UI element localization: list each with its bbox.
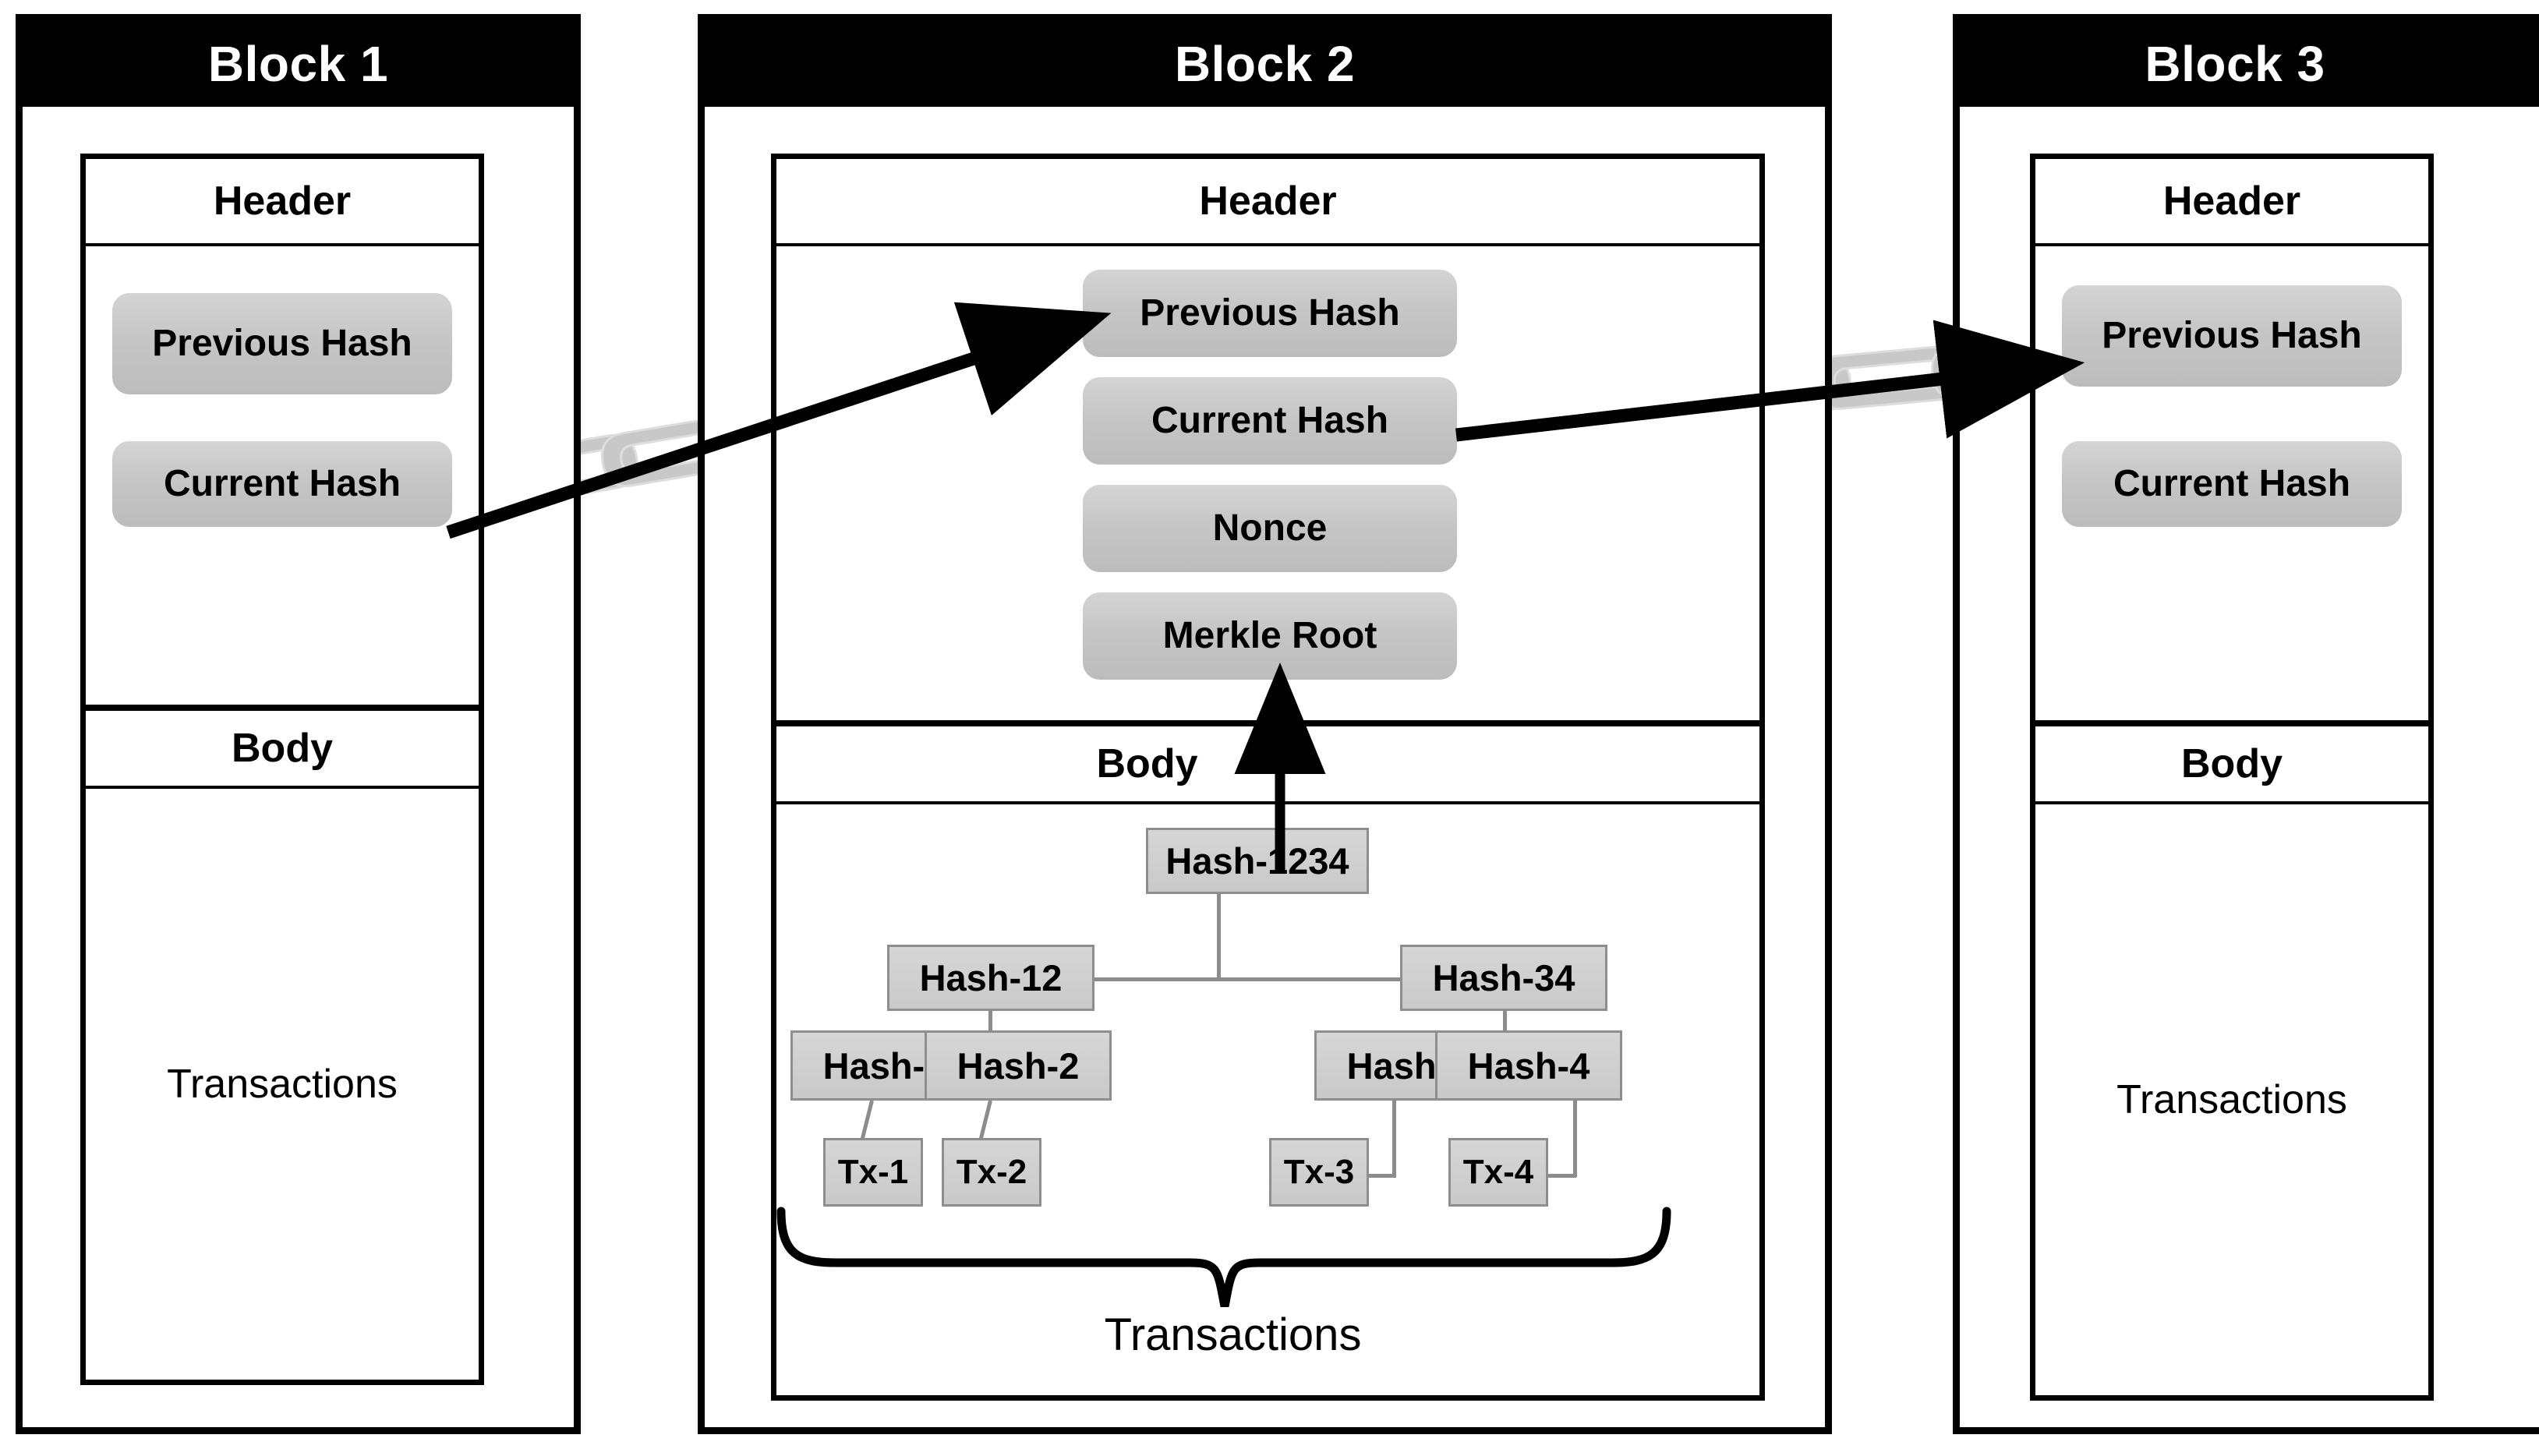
block-2-nonce-pill[interactable]: Nonce <box>1083 485 1457 572</box>
block-1-title-bar: Block 1 <box>23 21 574 107</box>
block-3-card: Block 3 Header Previous Hash Current Has… <box>1953 14 2539 1434</box>
block-1-previous-hash-label: Previous Hash <box>152 322 412 364</box>
tx4-label: Tx-4 <box>1462 1153 1534 1191</box>
block-2-body-title: Body <box>776 726 1759 804</box>
block-2-previous-hash-label: Previous Hash <box>1140 292 1400 334</box>
connector-hash3-to-tx3-horizontal <box>1367 1174 1396 1178</box>
block-1-title: Block 1 <box>207 36 389 92</box>
merkle-node-hash12[interactable]: Hash-12 <box>887 945 1094 1011</box>
connector-hash4-to-tx4-horizontal <box>1547 1174 1576 1178</box>
block-3-previous-hash-pill[interactable]: Previous Hash <box>2062 285 2402 387</box>
block-3-current-hash-label: Current Hash <box>2113 462 2351 504</box>
block-1-inner-panel: Header Previous Hash Current Hash Body T… <box>80 154 484 1385</box>
block-1-body-label: Body <box>232 726 333 771</box>
merkle-root-hash-label: Hash-1234 <box>1165 840 1349 882</box>
block-3-title-bar: Block 3 <box>1960 21 2539 107</box>
block-2-title-bar: Block 2 <box>705 21 1825 107</box>
block-3-inner-panel: Header Previous Hash Current Hash Body T… <box>2030 154 2434 1401</box>
block-2-merkle-tree: Hash-1234 Hash-12 Hash-34 Hash-1 Hash-2 … <box>776 804 1759 1395</box>
block-2-merkle-root-pill[interactable]: Merkle Root <box>1083 592 1457 680</box>
block-1-card: Block 1 Header Previous Hash Current Has… <box>16 14 581 1434</box>
block-1-body-title: Body <box>86 711 479 789</box>
block-1-current-hash-pill[interactable]: Current Hash <box>112 441 452 527</box>
merkle-hash2-label: Hash-2 <box>957 1044 1080 1087</box>
merkle-node-hash2[interactable]: Hash-2 <box>925 1030 1112 1101</box>
block-3-header-title: Header <box>2035 159 2428 246</box>
block-1-current-hash-label: Current Hash <box>163 462 401 504</box>
merkle-leaf-tx4[interactable]: Tx-4 <box>1448 1138 1548 1207</box>
block-3-body-transactions-text: Transactions <box>2116 1077 2347 1122</box>
connector-root-to-level2 <box>1217 894 1221 980</box>
merkle-leaf-tx3[interactable]: Tx-3 <box>1269 1138 1369 1207</box>
tx2-label: Tx-2 <box>956 1153 1027 1191</box>
block-2-header-title: Header <box>776 159 1759 246</box>
block-1-previous-hash-pill[interactable]: Previous Hash <box>112 293 452 394</box>
transactions-brace-label-wrap: Transactions <box>776 1303 1759 1366</box>
block-1-header-content: Previous Hash Current Hash <box>86 246 479 711</box>
block-3-header-label: Header <box>2162 178 2301 224</box>
block-2-header-label: Header <box>1199 178 1337 224</box>
block-2-current-hash-label: Current Hash <box>1151 399 1389 441</box>
tx3-label: Tx-3 <box>1283 1153 1355 1191</box>
block-3-header-content: Previous Hash Current Hash <box>2035 246 2428 726</box>
block-2-card: Block 2 Header Previous Hash Current Has… <box>698 14 1832 1434</box>
tx1-label: Tx-1 <box>837 1153 909 1191</box>
block-2-header-content: Previous Hash Current Hash Nonce Merkle … <box>776 246 1759 726</box>
block-1-header-label: Header <box>213 178 352 224</box>
merkle-node-root[interactable]: Hash-1234 <box>1146 828 1369 894</box>
transactions-brace-icon <box>776 1207 1671 1308</box>
block-2-current-hash-pill[interactable]: Current Hash <box>1083 377 1457 465</box>
transactions-brace-label: Transactions <box>1104 1309 1362 1360</box>
merkle-node-hash34[interactable]: Hash-34 <box>1400 945 1607 1011</box>
merkle-node-hash4[interactable]: Hash-4 <box>1435 1030 1622 1101</box>
merkle-hash4-label: Hash-4 <box>1467 1044 1590 1087</box>
block-2-body-label: Body <box>1096 741 1198 786</box>
block-3-body-content: Transactions <box>2035 804 2428 1395</box>
block-3-previous-hash-label: Previous Hash <box>2102 314 2362 356</box>
block-2-inner-panel: Header Previous Hash Current Hash Nonce … <box>771 154 1765 1401</box>
block-3-current-hash-pill[interactable]: Current Hash <box>2062 441 2402 527</box>
block-3-body-title: Body <box>2035 726 2428 804</box>
merkle-leaf-tx1[interactable]: Tx-1 <box>823 1138 923 1207</box>
block-3-title: Block 3 <box>2145 36 2325 92</box>
block-1-body-transactions-text: Transactions <box>167 1062 398 1107</box>
connector-hash3-to-tx3-vertical <box>1392 1101 1396 1177</box>
block-1-body-content: Transactions <box>86 789 479 1380</box>
block-2-previous-hash-pill[interactable]: Previous Hash <box>1083 270 1457 357</box>
block-3-body-label: Body <box>2181 741 2283 786</box>
block-2-nonce-label: Nonce <box>1212 507 1328 549</box>
merkle-hash12-label: Hash-12 <box>919 957 1063 998</box>
merkle-hash34-label: Hash-34 <box>1432 957 1575 998</box>
block-2-title: Block 2 <box>1174 36 1356 92</box>
block-1-header-title: Header <box>86 159 479 246</box>
blockchain-diagram: Block 1 Header Previous Hash Current Has… <box>0 0 2539 1456</box>
block-2-merkle-root-label: Merkle Root <box>1162 614 1377 656</box>
merkle-leaf-tx2[interactable]: Tx-2 <box>942 1138 1041 1207</box>
connector-hash4-to-tx4-vertical <box>1573 1101 1577 1177</box>
